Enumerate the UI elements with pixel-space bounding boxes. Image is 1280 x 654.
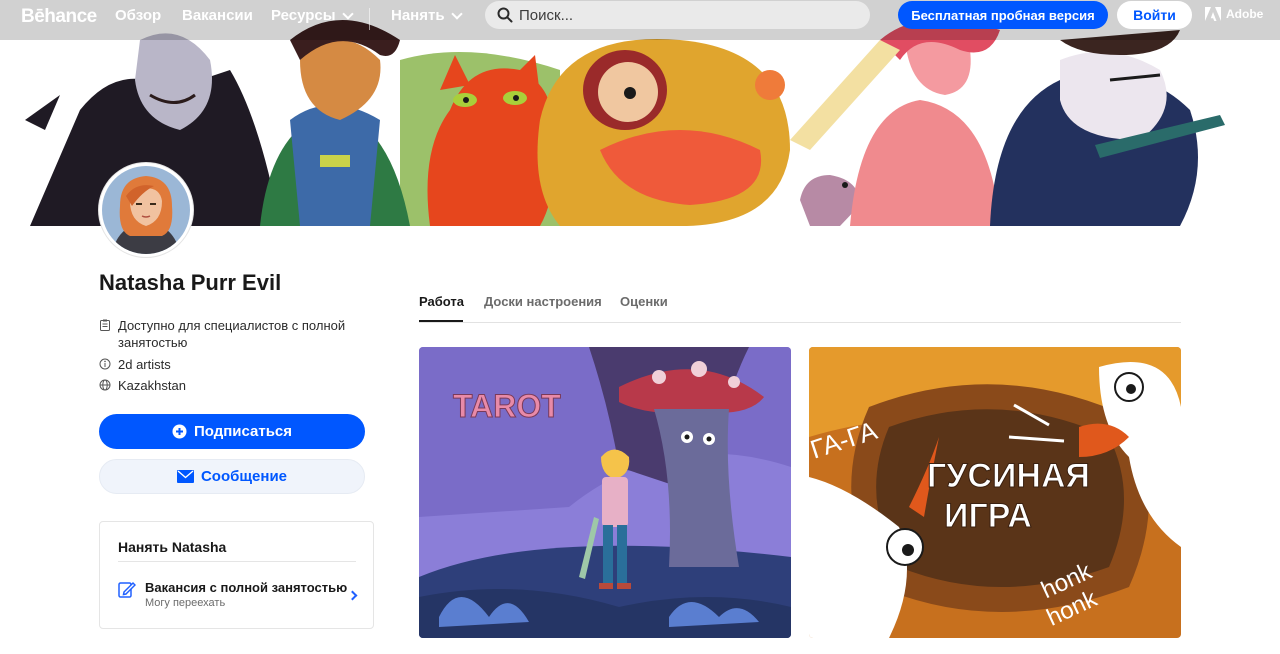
goose-cover-title-1: ГУСИНАЯ	[927, 457, 1090, 495]
hire-item-subtitle: Могу переехать	[145, 597, 226, 609]
profile-avatar[interactable]	[99, 163, 193, 257]
tab-moodboards[interactable]: Доски настроения	[484, 294, 602, 309]
chevron-down-icon	[450, 7, 463, 20]
plus-circle-icon	[172, 424, 187, 439]
availability-text: Доступно для специалистов с полной занят…	[118, 318, 346, 350]
message-button[interactable]: Сообщение	[99, 459, 365, 494]
nav-divider	[369, 8, 370, 30]
occupation-row: 2d artists	[99, 356, 171, 373]
adobe-link[interactable]: Adobe	[1205, 7, 1263, 21]
hire-item-title: Вакансия с полной занятостью	[145, 580, 348, 595]
chevron-down-icon	[341, 7, 354, 20]
behance-logo[interactable]: Bēhance	[21, 6, 97, 28]
nav-link-hire-label: Нанять	[391, 7, 445, 24]
login-button[interactable]: Войти	[1117, 1, 1192, 29]
follow-button[interactable]: Подписаться	[99, 414, 365, 449]
occupation-text: 2d artists	[118, 357, 171, 372]
project-cover-tarot: TAROT	[419, 347, 791, 638]
profile-name: Natasha Purr Evil	[99, 270, 282, 295]
tab-work[interactable]: Работа	[419, 294, 464, 309]
pen-document-icon	[118, 581, 136, 598]
tarot-cover-title: TAROT	[453, 388, 561, 424]
top-nav: Bēhance Обзор Вакансии Ресурсы Нанять Бе…	[0, 0, 1280, 40]
clipboard-icon	[100, 319, 110, 331]
hire-card-title: Нанять Natasha	[118, 539, 227, 555]
adobe-logo-icon	[1205, 7, 1221, 21]
mail-icon	[176, 470, 194, 483]
nav-link-resources[interactable]: Ресурсы	[271, 7, 354, 24]
nav-link-explore-label: Обзор	[115, 7, 162, 24]
nav-link-jobs-label: Вакансии	[182, 7, 253, 24]
project-card-tarot[interactable]: TAROT	[419, 347, 791, 638]
search-input[interactable]	[519, 6, 849, 24]
message-button-label: Сообщение	[200, 468, 288, 485]
chevron-right-icon	[347, 590, 358, 601]
nav-link-resources-label: Ресурсы	[271, 7, 336, 24]
nav-link-jobs[interactable]: Вакансии	[182, 7, 253, 24]
project-card-goose-game[interactable]: ГА-ГА ГУСИНАЯ ИГРА honk honk	[809, 347, 1181, 638]
profile-tabs: Работа Доски настроения Оценки	[419, 294, 1181, 323]
nav-link-explore[interactable]: Обзор	[115, 7, 161, 24]
hire-fulltime-item[interactable]: Вакансия с полной занятостью Могу переех…	[118, 578, 358, 614]
search-bar[interactable]	[485, 1, 870, 29]
info-icon	[99, 358, 111, 370]
hire-card: Нанять Natasha Вакансия с полной занятос…	[99, 521, 374, 629]
active-tab-indicator	[419, 320, 463, 322]
location-link[interactable]: Kazakhstan	[118, 377, 186, 394]
availability-row: Доступно для специалистов с полной занят…	[99, 317, 359, 351]
nav-link-hire[interactable]: Нанять	[391, 7, 463, 24]
goose-cover-title-2: ИГРА	[944, 497, 1032, 535]
globe-icon	[99, 379, 111, 391]
hire-card-divider	[118, 561, 356, 562]
adobe-label: Adobe	[1226, 7, 1264, 21]
free-trial-button[interactable]: Бесплатная пробная версия	[898, 1, 1108, 29]
follow-button-label: Подписаться	[193, 423, 293, 440]
search-icon	[497, 7, 513, 23]
tab-appreciations[interactable]: Оценки	[620, 294, 668, 309]
avatar-image	[102, 166, 190, 254]
location-row: Kazakhstan	[99, 377, 186, 394]
project-cover-goose-game: ГА-ГА ГУСИНАЯ ИГРА honk honk	[809, 347, 1181, 638]
